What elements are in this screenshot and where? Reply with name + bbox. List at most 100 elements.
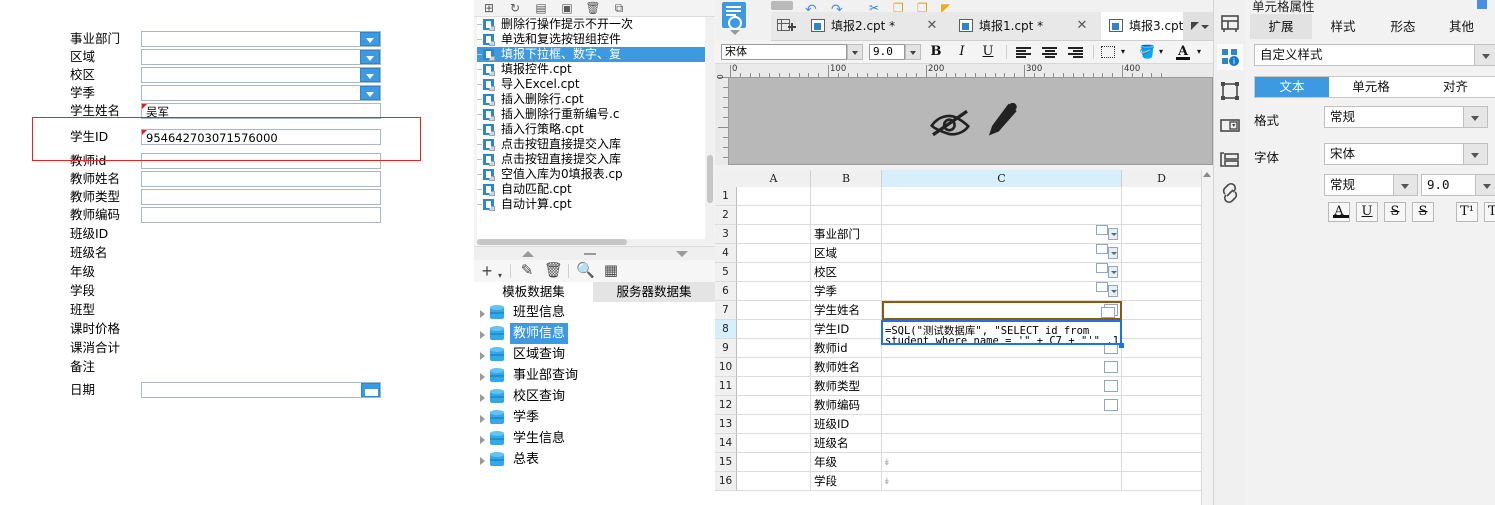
cell-C15[interactable]: ↡: [882, 453, 1122, 472]
cell-D13[interactable]: [1122, 415, 1202, 434]
edit-icon[interactable]: ✎: [518, 263, 536, 279]
dropdown-arrow-icon[interactable]: [360, 50, 380, 64]
cell-C1[interactable]: [882, 187, 1122, 206]
cell-B9[interactable]: 教师id: [811, 339, 882, 358]
cell-B13[interactable]: 班级ID: [811, 415, 882, 434]
format-select-arrow[interactable]: [1464, 106, 1488, 128]
cell-D7[interactable]: [1122, 301, 1202, 320]
cell-C4[interactable]: [882, 244, 1122, 263]
cell-D5[interactable]: [1122, 263, 1202, 282]
border-dropdown-arrow[interactable]: ▾: [1119, 44, 1127, 60]
cell-A12[interactable]: [737, 396, 811, 415]
file-list-hscroll-thumb[interactable]: [477, 239, 627, 245]
calendar-icon[interactable]: [361, 383, 380, 397]
cell-textbox-widget[interactable]: [1096, 225, 1108, 235]
row-header-5[interactable]: 5: [715, 263, 737, 282]
cell-A11[interactable]: [737, 377, 811, 396]
cell-B12[interactable]: 教师编码: [811, 396, 882, 415]
row-header-11[interactable]: 11: [715, 377, 737, 396]
row-header-1[interactable]: 1: [715, 187, 737, 206]
font-color-dropdown-arrow[interactable]: ▾: [1195, 44, 1203, 60]
form-input-教师类型[interactable]: [141, 189, 381, 205]
cell-D3[interactable]: [1122, 225, 1202, 244]
tab-server-dataset[interactable]: 服务器数据集: [593, 282, 715, 302]
pencil-icon[interactable]: [984, 100, 1020, 140]
form-input-教师姓名[interactable]: [141, 171, 381, 187]
cell-combobox-widget[interactable]: [1108, 266, 1118, 278]
superscript-button[interactable]: T¹: [1456, 202, 1478, 222]
form-input-事业部门[interactable]: [141, 31, 381, 47]
cell-A8[interactable]: [737, 320, 811, 339]
template-icon[interactable]: [1217, 10, 1243, 36]
cell-A10[interactable]: [737, 358, 811, 377]
list-item[interactable]: 插入删除行重新编号.c: [477, 107, 705, 122]
cell-D8[interactable]: [1122, 320, 1202, 339]
cell-D6[interactable]: [1122, 282, 1202, 301]
search-dataset-icon[interactable]: ▦: [602, 263, 620, 279]
expand-arrow-icon[interactable]: [480, 394, 485, 402]
expand-arrow-icon[interactable]: [480, 436, 485, 444]
font-family-input[interactable]: 宋体: [721, 44, 847, 60]
eye-off-icon[interactable]: [929, 106, 971, 140]
row-header-2[interactable]: 2: [715, 206, 737, 225]
cell-textbox-widget-c7[interactable]: [1101, 307, 1115, 318]
dataset-tree[interactable]: 班型信息 教师信息 区域查询 事业部查询 校区查询 学季 学生信息 总表: [474, 302, 715, 505]
cell-C3[interactable]: [882, 225, 1122, 244]
cell-C2[interactable]: [882, 206, 1122, 225]
cell-A3[interactable]: [737, 225, 811, 244]
spreadsheet-grid[interactable]: ABCD 1 2 3 事业部门 4 区域 5 校区 6 学季 7 学生姓名 8 学生ID 9 教师id 10 教师…: [715, 170, 1213, 505]
list-item[interactable]: 插入删除行.cpt: [477, 92, 705, 107]
scroll-up-icon[interactable]: [1203, 172, 1211, 177]
new-file-icon[interactable]: ⊞: [478, 1, 500, 15]
cell-textbox-widget[interactable]: [1096, 244, 1108, 254]
dataset-item[interactable]: 班型信息: [474, 302, 715, 323]
form-input-教师编码[interactable]: [141, 207, 381, 223]
cell-combobox-widget[interactable]: [1108, 285, 1118, 297]
dataset-item[interactable]: 学生信息: [474, 428, 715, 449]
cell-D12[interactable]: [1122, 396, 1202, 415]
list-item[interactable]: 自动匹配.cpt: [477, 182, 705, 197]
save-as-icon[interactable]: ▣: [556, 1, 578, 15]
cell-B2[interactable]: [811, 206, 882, 225]
property-tab[interactable]: 形态: [1374, 14, 1432, 39]
font-family-select-arrow[interactable]: [1464, 143, 1488, 165]
row-header-14[interactable]: 14: [715, 434, 737, 453]
border-icon[interactable]: [1101, 44, 1117, 60]
dropdown-arrow-icon[interactable]: [360, 32, 380, 46]
cell-B6[interactable]: 学季: [811, 282, 882, 301]
collapse-down-icon[interactable]: [676, 251, 688, 257]
cell-C14[interactable]: [882, 434, 1122, 453]
row-header-9[interactable]: 9: [715, 339, 737, 358]
file-list-vscrollbar[interactable]: [706, 17, 714, 244]
dataset-item[interactable]: 学季: [474, 407, 715, 428]
close-icon[interactable]: ✕: [925, 12, 939, 40]
cell-B16[interactable]: 学段: [811, 472, 882, 491]
row-header-6[interactable]: 6: [715, 282, 737, 301]
list-item[interactable]: 导入Excel.cpt: [477, 77, 705, 92]
cell-A2[interactable]: [737, 206, 811, 225]
cell-D15[interactable]: [1122, 453, 1202, 472]
save-icon[interactable]: ▤: [530, 1, 552, 15]
cell-C10[interactable]: [882, 358, 1122, 377]
cell-resize-handle[interactable]: [1119, 343, 1124, 348]
menu-icon[interactable]: [771, 1, 793, 10]
cell-A16[interactable]: [737, 472, 811, 491]
cell-A9[interactable]: [737, 339, 811, 358]
style-select-arrow[interactable]: [1475, 44, 1495, 66]
document-tab[interactable]: 填报2.cpt * ✕: [803, 12, 951, 40]
font-color-icon[interactable]: A: [1175, 44, 1191, 60]
form-input-校区[interactable]: [141, 67, 381, 83]
file-list-vscroll-thumb[interactable]: [707, 155, 713, 203]
cell-D9[interactable]: [1122, 339, 1202, 358]
delete-icon[interactable]: 🗑: [544, 263, 563, 279]
expand-arrow-icon[interactable]: [480, 415, 485, 423]
cell-D4[interactable]: [1122, 244, 1202, 263]
tab-overflow-button[interactable]: [1183, 12, 1213, 40]
list-item[interactable]: 单选和复选按钮组控件: [477, 32, 705, 47]
strikethrough-button[interactable]: S: [1384, 202, 1406, 222]
hyperlink-list-icon[interactable]: [1217, 146, 1243, 172]
cell-B15[interactable]: 年级: [811, 453, 882, 472]
preview-icon[interactable]: 🔍: [576, 263, 595, 279]
style-select[interactable]: 自定义样式: [1254, 44, 1475, 66]
cell-A13[interactable]: [737, 415, 811, 434]
